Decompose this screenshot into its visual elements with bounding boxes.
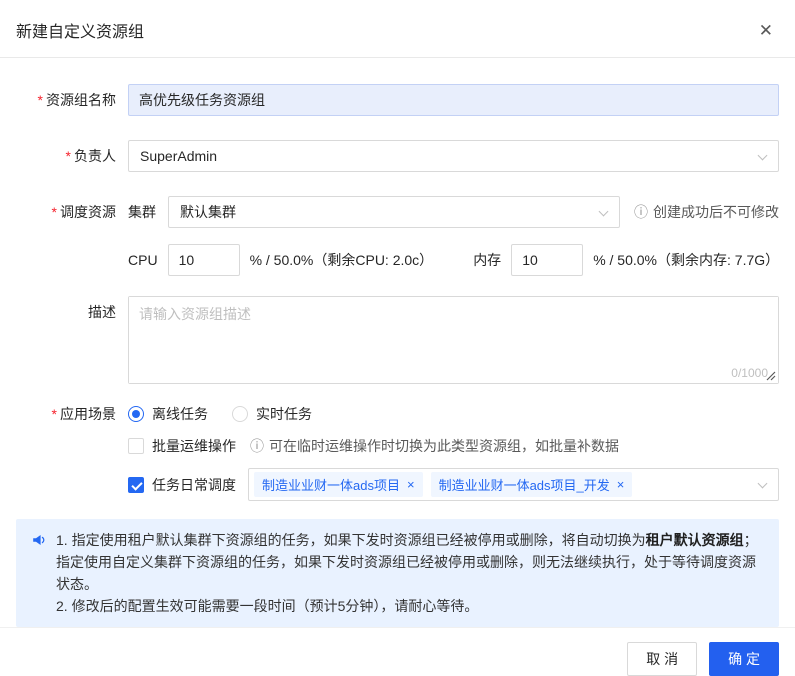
dialog-header: 新建自定义资源组 ✕ bbox=[0, 0, 795, 58]
info-icon: ⓘ bbox=[634, 204, 648, 220]
cluster-select[interactable]: 默认集群 bbox=[168, 196, 620, 228]
owner-row: * 负责人 SuperAdmin bbox=[16, 140, 779, 172]
realtime-radio-label[interactable]: 实时任务 bbox=[256, 404, 312, 424]
tag-close-icon[interactable]: × bbox=[407, 477, 415, 492]
required-marker: * bbox=[37, 92, 43, 108]
memory-label: 内存 bbox=[473, 252, 502, 268]
close-icon[interactable]: ✕ bbox=[759, 22, 773, 39]
scenario-row: * 应用场景 离线任务 实时任务 bbox=[16, 404, 779, 424]
chevron-down-icon[interactable] bbox=[598, 206, 609, 217]
batch-ops-row: 批量运维操作 ⓘ 可在临时运维操作时切换为此类型资源组，如批量补数据 bbox=[16, 436, 779, 456]
project-tag-label: 制造业业财一体ads项目 bbox=[262, 478, 400, 493]
dialog-title: 新建自定义资源组 bbox=[16, 24, 145, 41]
description-label: 描述 bbox=[88, 304, 116, 320]
project-tag-label: 制造业业财一体ads项目_开发 bbox=[438, 478, 610, 493]
cluster-note: ⓘ 创建成功后不可修改 bbox=[634, 204, 779, 220]
schedule-label: * 调度资源 bbox=[51, 204, 116, 220]
dialog-body: *资源组名称 *负责人 SuperAdmin *调度资源 集群 默认集群 ⓘ 创… bbox=[0, 58, 795, 627]
project-tag: 制造业业财一体ads项目 × bbox=[254, 472, 423, 497]
cpu-input[interactable] bbox=[167, 244, 240, 276]
offline-radio-label[interactable]: 离线任务 bbox=[152, 404, 208, 424]
notice-line-1: 1. 指定使用租户默认集群下资源组的任务，如果下发时资源组已经被停用或删除，将自… bbox=[56, 532, 758, 592]
name-row: * 资源组名称 bbox=[16, 84, 779, 116]
batch-ops-label[interactable]: 批量运维操作 bbox=[152, 436, 236, 456]
name-input[interactable] bbox=[128, 84, 779, 116]
owner-select-value: SuperAdmin bbox=[140, 148, 218, 164]
cluster-row: * 调度资源 集群 默认集群 ⓘ 创建成功后不可修改 bbox=[16, 196, 779, 228]
chevron-down-icon[interactable] bbox=[757, 150, 768, 161]
cpu-suffix: % / 50.0%（剩余CPU: 2.0c） bbox=[249, 252, 434, 268]
create-resource-group-dialog: 新建自定义资源组 ✕ *资源组名称 *负责人 SuperAdmin *调度资源 … bbox=[0, 0, 795, 676]
batch-ops-note: ⓘ 可在临时运维操作时切换为此类型资源组，如批量补数据 bbox=[250, 438, 619, 454]
notice-line-2: 2. 修改后的配置生效可能需要一段时间（预计5分钟），请耐心等待。 bbox=[56, 598, 479, 614]
batch-ops-checkbox[interactable] bbox=[128, 438, 144, 454]
cpu-label: CPU bbox=[128, 252, 158, 268]
daily-schedule-checkbox[interactable] bbox=[128, 476, 144, 493]
name-label: * 资源组名称 bbox=[37, 92, 116, 108]
quota-row: CPU % / 50.0%（剩余CPU: 2.0c） 内存 % / 50.0%（… bbox=[16, 244, 779, 276]
resize-handle-icon[interactable] bbox=[766, 371, 776, 381]
realtime-radio[interactable] bbox=[232, 406, 248, 422]
chevron-down-icon[interactable] bbox=[757, 478, 768, 489]
notice-box: 1. 指定使用租户默认集群下资源组的任务，如果下发时资源组已经被停用或删除，将自… bbox=[16, 519, 779, 627]
project-multiselect[interactable]: 制造业业财一体ads项目 × 制造业业财一体ads项目_开发 × bbox=[248, 468, 779, 501]
scenario-label: * 应用场景 bbox=[51, 406, 116, 422]
owner-label: * 负责人 bbox=[65, 148, 116, 164]
memory-suffix: % / 50.0%（剩余内存: 7.7G） bbox=[593, 252, 780, 268]
required-marker: * bbox=[51, 406, 57, 422]
announcement-icon bbox=[31, 532, 47, 548]
memory-input[interactable] bbox=[511, 244, 584, 276]
required-marker: * bbox=[65, 148, 71, 164]
daily-schedule-label[interactable]: 任务日常调度 bbox=[152, 475, 236, 495]
owner-select[interactable]: SuperAdmin bbox=[128, 140, 779, 172]
cluster-select-value: 默认集群 bbox=[180, 204, 236, 220]
description-field-wrap: 0/1000 bbox=[128, 296, 779, 384]
cancel-button[interactable]: 取 消 bbox=[627, 642, 698, 676]
cluster-label: 集群 bbox=[128, 204, 156, 220]
dialog-footer: 取 消 确 定 bbox=[0, 627, 795, 676]
offline-radio[interactable] bbox=[128, 406, 144, 422]
info-icon: ⓘ bbox=[250, 438, 264, 454]
confirm-button[interactable]: 确 定 bbox=[709, 642, 779, 676]
project-tag: 制造业业财一体ads项目_开发 × bbox=[430, 472, 633, 497]
daily-schedule-row: 任务日常调度 制造业业财一体ads项目 × 制造业业财一体ads项目_开发 × bbox=[16, 468, 779, 501]
char-counter: 0/1000 bbox=[731, 366, 768, 380]
tag-close-icon[interactable]: × bbox=[617, 477, 625, 492]
required-marker: * bbox=[51, 204, 57, 220]
description-row: 描述 0/1000 bbox=[16, 296, 779, 384]
description-textarea[interactable] bbox=[129, 297, 778, 383]
